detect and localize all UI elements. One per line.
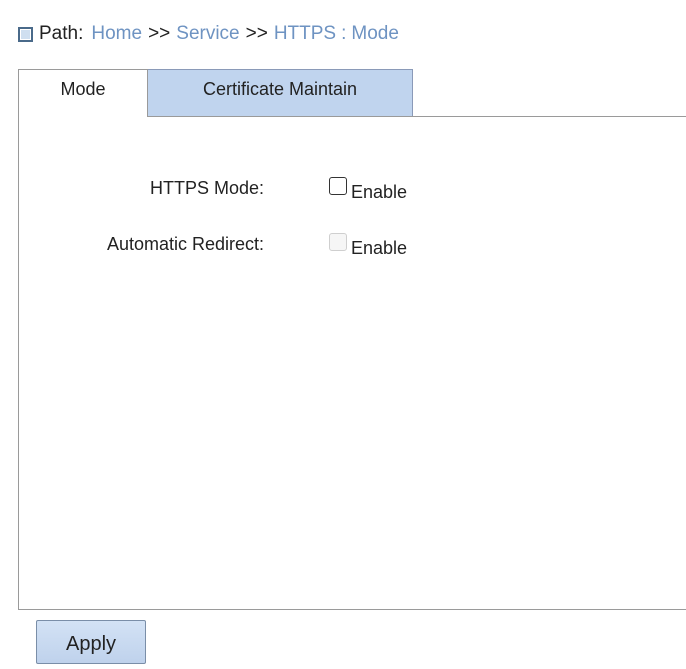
tab-mode[interactable]: Mode <box>18 69 148 117</box>
https-mode-row: HTTPS Mode: Enable <box>19 174 686 202</box>
content-panel: HTTPS Mode: Enable Automatic Redirect: E… <box>18 116 686 610</box>
automatic-redirect-checkbox <box>329 233 347 251</box>
automatic-redirect-label: Automatic Redirect: <box>106 234 264 254</box>
automatic-redirect-row: Automatic Redirect: Enable <box>19 230 686 258</box>
tab-mode-label: Mode <box>60 79 106 99</box>
breadcrumb: Path: Home >> Service >> HTTPS : Mode <box>18 20 399 48</box>
breadcrumb-service-link[interactable]: Service <box>176 23 239 45</box>
breadcrumb-separator: >> <box>245 23 268 44</box>
https-mode-enable-label[interactable]: Enable <box>351 178 407 206</box>
https-mode-page: Path: Home >> Service >> HTTPS : Mode Mo… <box>0 0 686 669</box>
automatic-redirect-enable-label: Enable <box>351 238 408 258</box>
https-mode-checkbox[interactable] <box>329 177 347 195</box>
https-mode-label: HTTPS Mode: <box>149 178 264 198</box>
breadcrumb-https-link[interactable]: HTTPS <box>274 23 336 45</box>
tab-certificate-maintain-label: Certificate Maintain <box>202 79 358 99</box>
breadcrumb-current: Mode <box>351 23 399 44</box>
square-icon <box>18 26 33 42</box>
apply-button-label: Apply <box>65 632 117 655</box>
breadcrumb-colon: : <box>341 23 347 44</box>
breadcrumb-home-link[interactable]: Home <box>91 23 142 45</box>
path-label: Path: <box>39 23 84 44</box>
tab-certificate-maintain[interactable]: Certificate Maintain <box>147 69 413 116</box>
apply-button[interactable]: Apply <box>36 620 146 664</box>
breadcrumb-separator: >> <box>148 23 171 44</box>
